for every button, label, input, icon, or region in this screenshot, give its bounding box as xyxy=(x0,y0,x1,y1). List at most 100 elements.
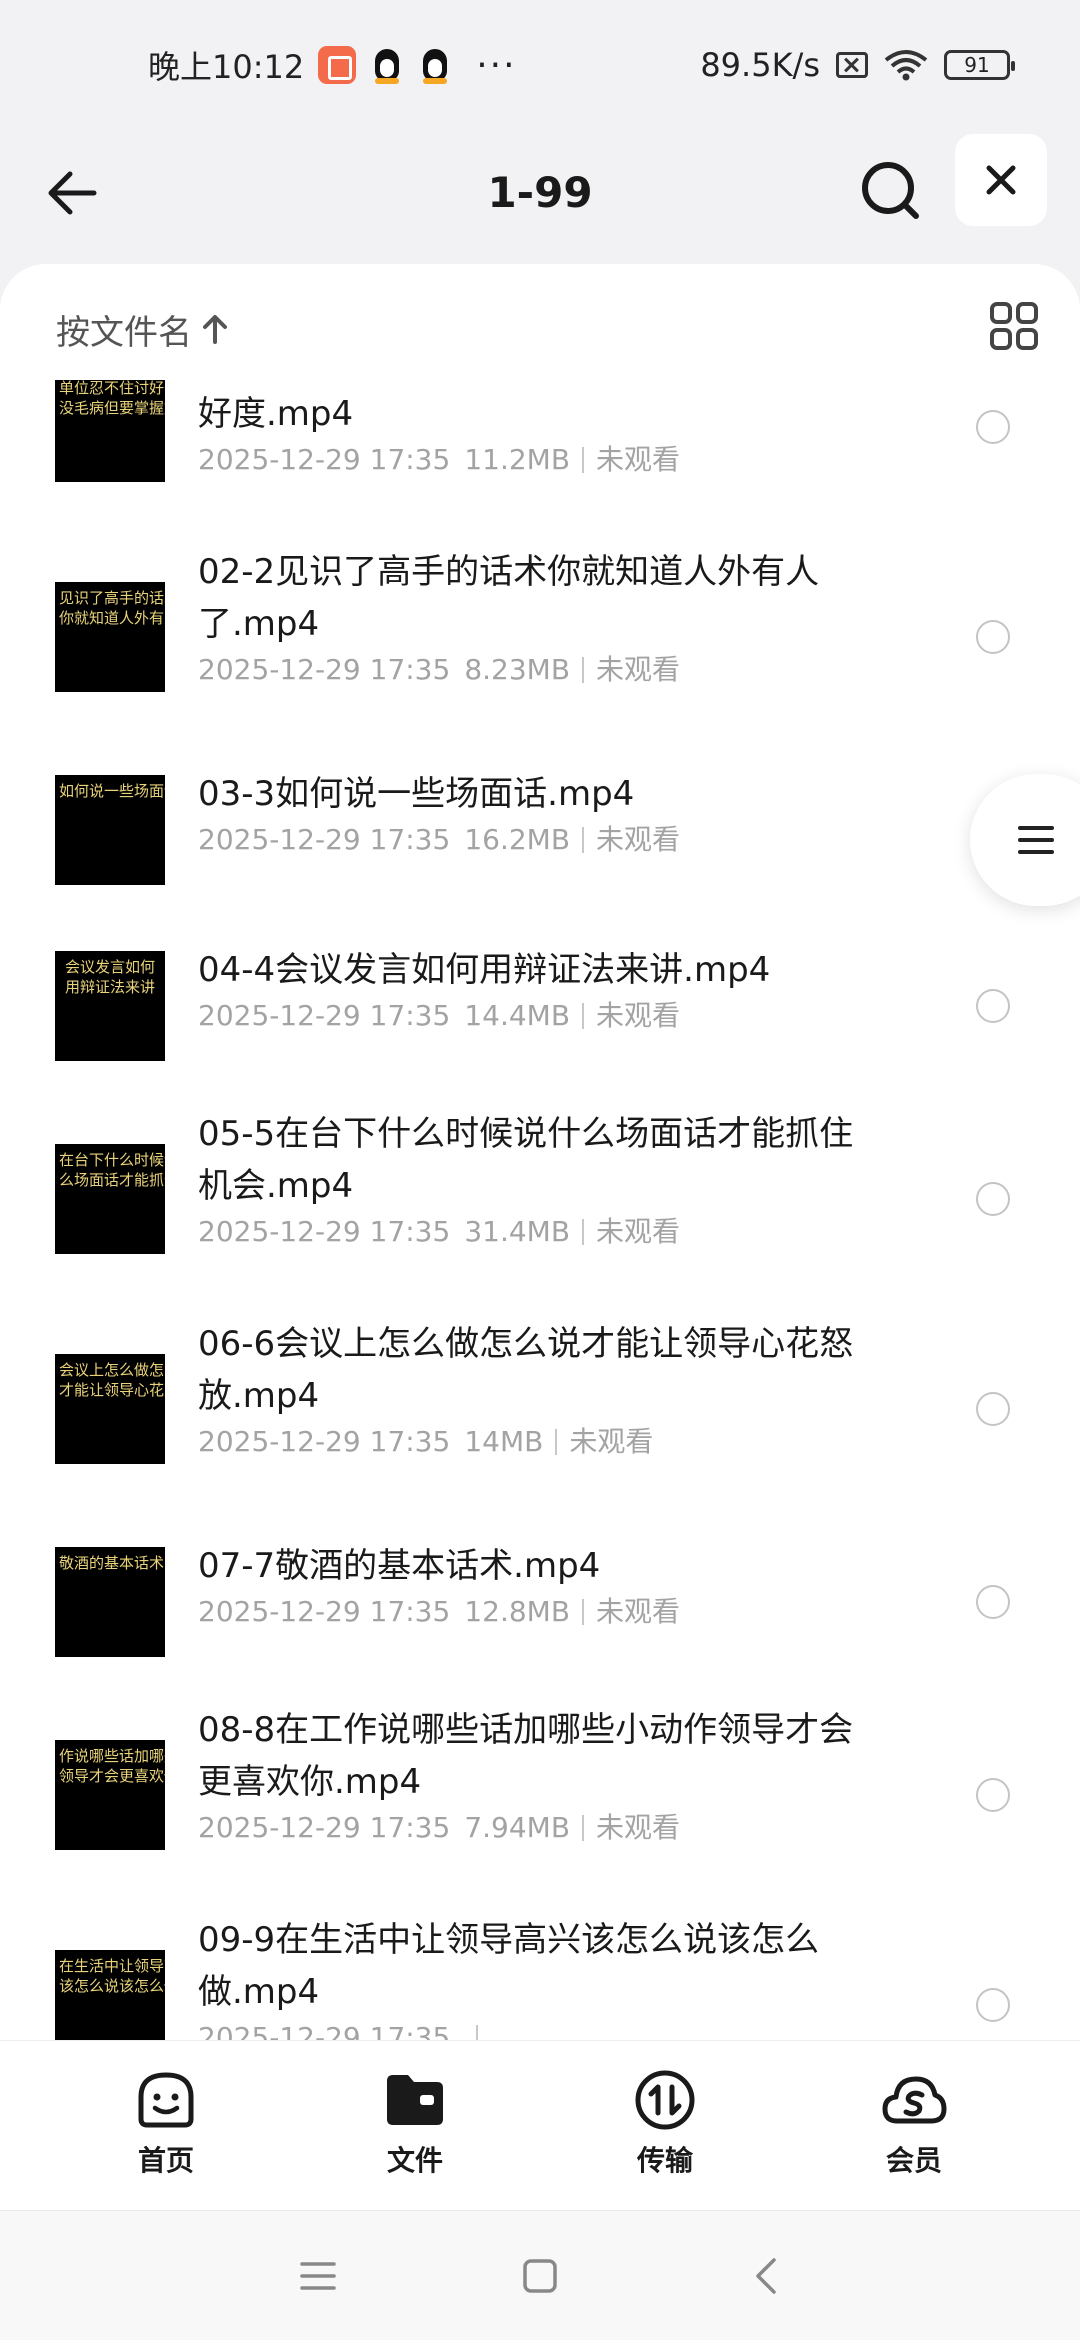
nav-files-label: 文件 xyxy=(386,2144,443,2177)
file-date: 2025-12-29 17:35 xyxy=(198,1595,451,1628)
file-size: 31.4MB xyxy=(464,1215,571,1248)
file-name: 01-1在单位忍不住取悦于人没毛病但要掌握好度.mp4 xyxy=(198,380,853,434)
file-row[interactable]: 会议上怎么做怎么才能让领导心花怒 06-6会议上怎么做怎么说才能让领导心花怒放.m… xyxy=(0,1304,1080,1514)
bottom-navigation: 首页 文件 传输 会员 xyxy=(0,2040,1080,2210)
thumbnail-caption: 没毛病但要掌握好 xyxy=(59,399,165,417)
file-row[interactable]: 见识了高手的话术你就知道人外有人 02-2见识了高手的话术你就知道人外有人了.mp… xyxy=(0,532,1080,742)
thumbnail-caption: 单位忍不住讨好于 xyxy=(59,380,165,397)
file-name: 05-5在台下什么时候说什么场面话才能抓住机会.mp4 xyxy=(198,1114,854,1206)
file-date: 2025-12-29 17:35 xyxy=(198,1215,451,1248)
grid-view-icon[interactable] xyxy=(988,300,1040,352)
qq-penguin-icon xyxy=(370,45,404,85)
meta-divider xyxy=(582,657,585,683)
status-time: 晚上10:12 xyxy=(148,48,305,86)
video-thumbnail: 会议发言如何 用辩证法来讲 xyxy=(55,951,165,1061)
transfer-icon xyxy=(635,2070,695,2130)
sort-selector[interactable]: 按文件名 xyxy=(56,304,228,354)
video-thumbnail: 在生活中让领导高该怎么说该怎么做 xyxy=(55,1950,165,2040)
file-date: 2025-12-29 17:35 xyxy=(198,653,451,686)
file-date: 2025-12-29 17:35 xyxy=(198,2021,451,2040)
file-size: 12.8MB xyxy=(464,1595,571,1628)
meta-divider xyxy=(555,1429,558,1455)
file-row[interactable]: 在生活中让领导高该怎么说该怎么做 09-9在生活中让领导高兴该怎么说该怎么做.mp… xyxy=(0,1900,1080,2040)
meta-divider xyxy=(582,1599,585,1625)
file-name: 09-9在生活中让领导高兴该怎么说该怎么做.mp4 xyxy=(198,1920,820,2012)
video-thumbnail: 见识了高手的话术你就知道人外有人 xyxy=(55,582,165,692)
meta-divider xyxy=(582,1815,585,1841)
menu-icon[interactable] xyxy=(296,2254,340,2298)
status-right: 89.5K/s 91 xyxy=(700,46,1015,84)
file-row[interactable]: 敬酒的基本话术 07-7敬酒的基本话术.mp4 2025-12-29 17:35 12… xyxy=(0,1514,1080,1690)
file-row[interactable]: 如何说一些场面话 03-3如何说一些场面话.mp4 2025-12-29 17:35… xyxy=(0,742,1080,918)
thumbnail-caption: 如何说一些场面话 xyxy=(59,782,165,800)
arrow-up-icon xyxy=(203,315,227,344)
select-radio[interactable] xyxy=(976,1988,1010,2022)
wifi-icon xyxy=(884,50,928,81)
search-icon[interactable] xyxy=(856,156,926,226)
nav-transfer[interactable]: 传输 xyxy=(585,2067,745,2179)
watch-status: 未观看 xyxy=(596,1811,681,1844)
notification-app-icon xyxy=(318,46,357,84)
back-chevron-icon[interactable] xyxy=(746,2254,790,2298)
video-thumbnail: 会议上怎么做怎么才能让领导心花怒 xyxy=(55,1354,165,1464)
thumbnail-caption: 见识了高手的话术 xyxy=(59,589,165,607)
file-row[interactable]: 会议发言如何 用辩证法来讲 04-4会议发言如何用辩证法来讲.mp4 2025-12-… xyxy=(0,918,1080,1094)
close-button[interactable] xyxy=(955,134,1047,226)
select-radio[interactable] xyxy=(976,1585,1010,1619)
file-size: 7.94MB xyxy=(464,1811,571,1844)
thumbnail-caption: 在台下什么时候说 xyxy=(59,1151,165,1169)
file-meta: 2025-12-29 17:35 8.23MB 未观看 xyxy=(198,650,680,690)
file-meta: 2025-12-29 17:35 14MB 未观看 xyxy=(198,1422,653,1462)
file-size: 8.23MB xyxy=(464,653,571,686)
file-size: 16.2MB xyxy=(464,823,571,856)
nav-transfer-label: 传输 xyxy=(636,2144,693,2177)
select-radio[interactable] xyxy=(976,989,1010,1023)
file-size: 14MB xyxy=(464,1425,544,1458)
nav-home-label: 首页 xyxy=(137,2144,194,2177)
nav-vip[interactable]: 会员 xyxy=(834,2067,994,2179)
watch-status: 未观看 xyxy=(596,999,681,1032)
battery-level: 91 xyxy=(964,53,990,77)
file-row[interactable]: 在台下什么时候说么场面话才能抓住 05-5在台下什么时候说什么场面话才能抓住机会.… xyxy=(0,1094,1080,1304)
select-radio[interactable] xyxy=(976,1778,1010,1812)
thumbnail-caption: 该怎么说该怎么做 xyxy=(59,1977,165,1995)
file-meta: 2025-12-29 17:35 xyxy=(198,2018,490,2040)
select-radio[interactable] xyxy=(976,620,1010,654)
nav-files[interactable]: 文件 xyxy=(335,2067,495,2179)
thumbnail-caption: 作说哪些话加哪些 xyxy=(59,1747,165,1765)
video-thumbnail: 单位忍不住讨好于没毛病但要掌握好 xyxy=(55,380,165,482)
file-name: 06-6会议上怎么做怎么说才能让领导心花怒放.mp4 xyxy=(198,1324,854,1416)
select-radio[interactable] xyxy=(976,410,1010,444)
qq-penguin-icon xyxy=(418,45,452,85)
select-radio[interactable] xyxy=(976,1182,1010,1216)
watch-status: 未观看 xyxy=(596,823,681,856)
file-list: 单位忍不住讨好于没毛病但要掌握好 01-1在单位忍不住取悦于人没毛病但要掌握好度.… xyxy=(0,380,1080,2040)
meta-divider xyxy=(582,447,585,473)
file-list-panel: 按文件名 单位忍不住讨好于没毛病但要掌握好 01-1在单位忍不住取悦于人没毛病但要… xyxy=(0,264,1080,2040)
status-bar: 晚上10:12 ··· 89.5K/s 91 xyxy=(0,0,1080,130)
thumbnail-caption: 敬酒的基本话术 xyxy=(59,1554,165,1572)
arrow-left-icon[interactable] xyxy=(42,160,108,226)
watch-status: 未观看 xyxy=(596,1215,681,1248)
file-list-scroll[interactable]: 单位忍不住讨好于没毛病但要掌握好 01-1在单位忍不住取悦于人没毛病但要掌握好度.… xyxy=(0,380,1080,2040)
file-name: 02-2见识了高手的话术你就知道人外有人了.mp4 xyxy=(198,552,820,644)
menu-lines-icon xyxy=(1018,826,1054,854)
file-meta: 2025-12-29 17:35 11.2MB 未观看 xyxy=(198,440,680,480)
thumbnail-caption: 领导才会更喜欢你 xyxy=(59,1767,165,1785)
file-row[interactable]: 单位忍不住讨好于没毛病但要掌握好 01-1在单位忍不住取悦于人没毛病但要掌握好度.… xyxy=(0,380,1080,532)
home-square-icon[interactable] xyxy=(518,2254,562,2298)
file-meta: 2025-12-29 17:35 12.8MB 未观看 xyxy=(198,1592,680,1632)
sim-disabled-icon xyxy=(836,52,868,78)
battery-indicator: 91 xyxy=(944,50,1015,80)
file-date: 2025-12-29 17:35 xyxy=(198,1425,451,1458)
file-row[interactable]: 作说哪些话加哪些领导才会更喜欢你 08-8在工作说哪些话加哪些小动作领导才会更喜欢… xyxy=(0,1690,1080,1900)
meta-divider xyxy=(582,1219,585,1245)
nav-home[interactable]: 首页 xyxy=(86,2067,246,2179)
file-meta: 2025-12-29 17:35 16.2MB 未观看 xyxy=(198,820,680,860)
watch-status: 未观看 xyxy=(596,653,681,686)
select-radio[interactable] xyxy=(976,1392,1010,1426)
video-thumbnail: 在台下什么时候说么场面话才能抓住 xyxy=(55,1144,165,1254)
file-name: 03-3如何说一些场面话.mp4 xyxy=(198,774,635,814)
cloud-vip-icon xyxy=(882,2076,947,2124)
file-name: 07-7敬酒的基本话术.mp4 xyxy=(198,1546,601,1586)
